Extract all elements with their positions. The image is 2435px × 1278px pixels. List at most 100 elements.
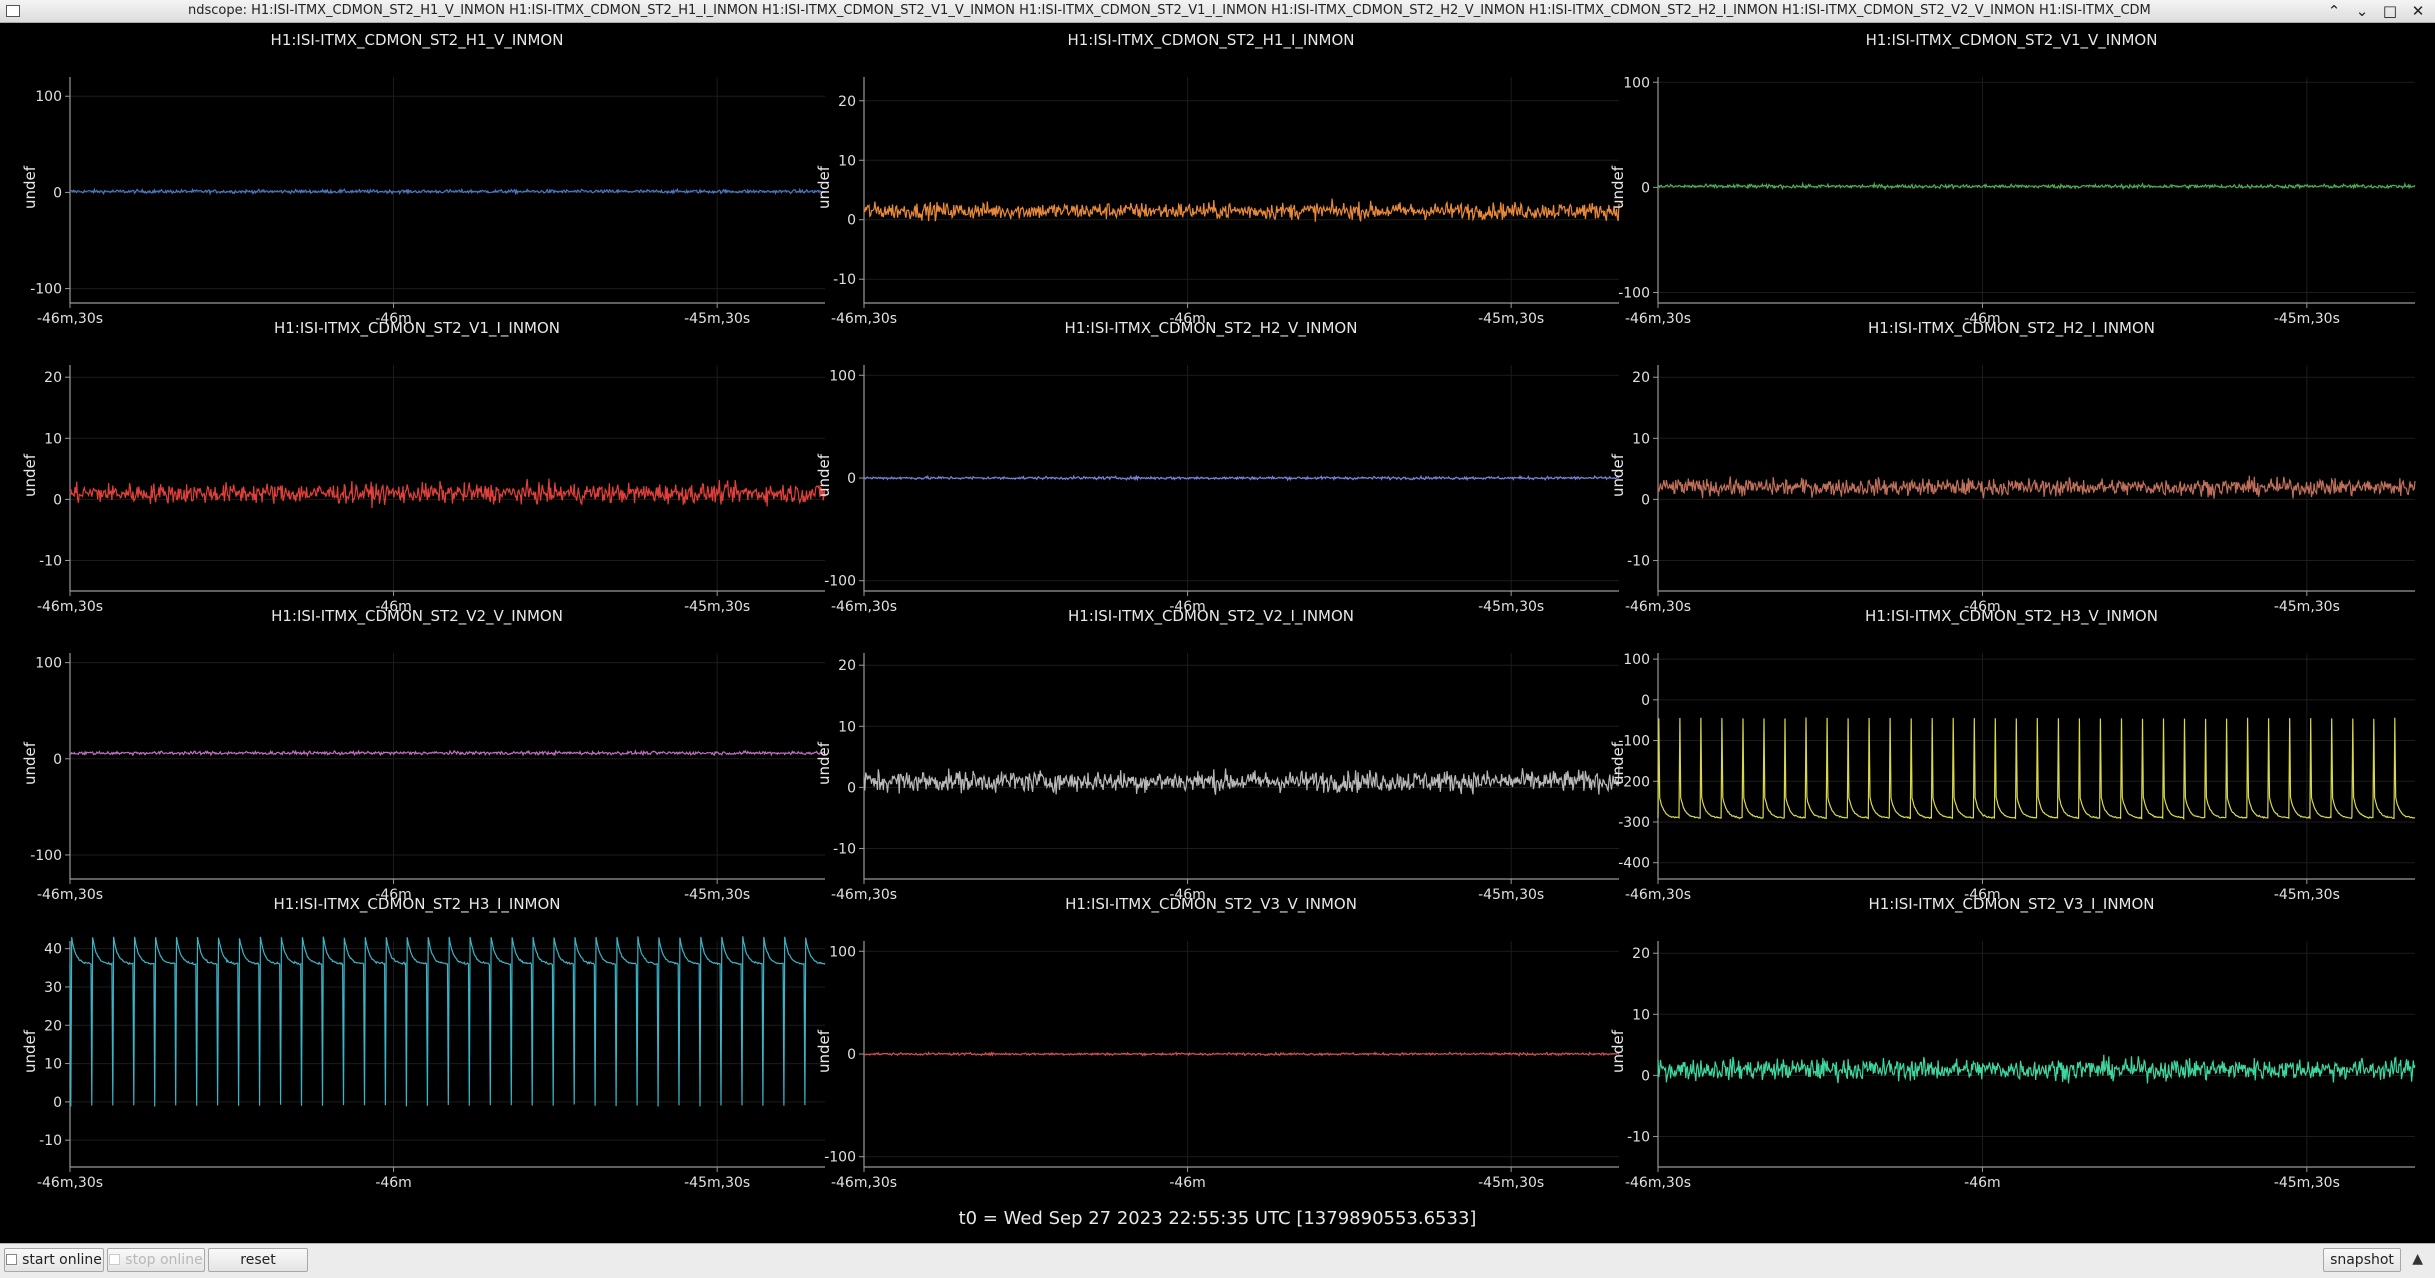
series-line xyxy=(69,936,826,1107)
y-tick-label: 10 xyxy=(838,719,856,735)
y-tick-label: 0 xyxy=(1641,693,1650,709)
y-tick-label: 0 xyxy=(847,780,856,796)
axis-frame xyxy=(863,77,1619,304)
x-tick-label: -46m xyxy=(375,1175,412,1191)
y-tick-label: 0 xyxy=(53,185,62,201)
y-tick-label: 100 xyxy=(1623,75,1650,91)
y-tick-label: 0 xyxy=(1641,1068,1650,1084)
x-tick-label: -46m xyxy=(1964,1175,2001,1191)
y-tick-label: -200 xyxy=(1618,774,1650,790)
series-line xyxy=(863,1051,1620,1057)
plot-panel[interactable]: H1:ISI-ITMX_CDMON_ST2_H2_V_INMON undef -10… xyxy=(798,313,1624,615)
start-online-button[interactable]: start online xyxy=(4,1248,104,1272)
checkbox-icon xyxy=(109,1254,121,1265)
plot-canvas[interactable]: -1000100-46m,30s -46m -45m,30s xyxy=(1592,25,2431,327)
series-line xyxy=(1657,1054,2416,1084)
plot-canvas[interactable]: -400-300-200-1000100-46m,30s -46m -45m,30s xyxy=(1592,601,2431,903)
plot-panel[interactable]: H1:ISI-ITMX_CDMON_ST2_V2_V_INMON undef -10… xyxy=(4,601,830,903)
stop-online-label: stop online xyxy=(125,1252,203,1268)
plot-panel[interactable]: H1:ISI-ITMX_CDMON_ST2_V1_I_INMON undef -10… xyxy=(4,313,830,615)
x-tick-label: -46m,30s xyxy=(831,1175,897,1191)
plot-panel[interactable]: H1:ISI-ITMX_CDMON_ST2_H1_I_INMON undef -10… xyxy=(798,25,1624,327)
plot-panel[interactable]: H1:ISI-ITMX_CDMON_ST2_H1_V_INMON undef -10… xyxy=(4,25,830,327)
axis-frame xyxy=(69,365,825,592)
y-tick-label: 100 xyxy=(829,368,856,384)
y-tick-label: -10 xyxy=(833,841,856,857)
restore-icon[interactable]: ⌄ xyxy=(2353,0,2371,22)
plot-panel[interactable]: H1:ISI-ITMX_CDMON_ST2_V3_V_INMON undef -10… xyxy=(798,889,1624,1191)
maximize-icon[interactable]: □ xyxy=(2381,0,2399,22)
plot-panel[interactable]: H1:ISI-ITMX_CDMON_ST2_H3_V_INMON undef -40… xyxy=(1592,601,2431,903)
y-tick-label: 0 xyxy=(53,492,62,508)
window-controls: ⌃ ⌄ □ ✕ xyxy=(2325,0,2427,22)
y-tick-label: -10 xyxy=(39,1133,62,1149)
y-tick-label: 0 xyxy=(847,213,856,229)
plot-panel[interactable]: H1:ISI-ITMX_CDMON_ST2_V1_V_INMON undef -10… xyxy=(1592,25,2431,327)
y-tick-label: 20 xyxy=(1632,946,1650,962)
minimize-icon[interactable]: ⌃ xyxy=(2325,0,2343,22)
start-online-label: start online xyxy=(22,1252,102,1268)
y-tick-label: 40 xyxy=(44,942,62,958)
plot-canvas[interactable]: -1001020-46m,30s -46m -45m,30s xyxy=(798,601,1624,903)
y-tick-label: -100 xyxy=(824,1150,856,1166)
y-tick-label: -100 xyxy=(824,574,856,590)
y-tick-label: 20 xyxy=(44,370,62,386)
y-tick-label: 0 xyxy=(1641,180,1650,196)
y-tick-label: -10 xyxy=(833,272,856,288)
app-icon xyxy=(6,5,20,17)
y-tick-label: -10 xyxy=(39,553,62,569)
plot-canvas[interactable]: -1001020-46m,30s -46m -45m,30s xyxy=(4,313,830,615)
y-tick-label: -100 xyxy=(1618,734,1650,750)
y-tick-label: 20 xyxy=(838,658,856,674)
plot-canvas[interactable]: -1000100-46m,30s -46m -45m,30s xyxy=(798,313,1624,615)
x-tick-label: -46m,30s xyxy=(1625,1175,1691,1191)
axis-frame xyxy=(1657,77,2415,304)
y-tick-label: 0 xyxy=(1641,492,1650,508)
series-line xyxy=(1657,475,2416,499)
close-icon[interactable]: ✕ xyxy=(2409,0,2427,22)
series-line xyxy=(863,474,1620,482)
y-tick-label: 10 xyxy=(1632,1007,1650,1023)
y-tick-label: 10 xyxy=(838,153,856,169)
plot-panel[interactable]: H1:ISI-ITMX_CDMON_ST2_V3_I_INMON undef -10… xyxy=(1592,889,2431,1191)
y-tick-label: 0 xyxy=(53,1095,62,1111)
t0-label: t0 = Wed Sep 27 2023 22:55:35 UTC [13798… xyxy=(958,1208,1477,1229)
plot-canvas[interactable]: -1000100-46m,30s -46m -45m,30s xyxy=(798,889,1624,1191)
series-line xyxy=(863,198,1620,222)
y-tick-label: -300 xyxy=(1618,815,1650,831)
axis-frame xyxy=(1657,941,2415,1168)
plot-canvas[interactable]: -1000100-46m,30s -46m -45m,30s xyxy=(4,25,830,327)
window-titlebar: ndscope: H1:ISI-ITMX_CDMON_ST2_H1_V_INMO… xyxy=(0,0,2435,23)
y-tick-label: 100 xyxy=(35,89,62,105)
x-tick-label: -46m,30s xyxy=(37,1175,103,1191)
y-tick-label: 10 xyxy=(44,431,62,447)
snapshot-button[interactable]: snapshot xyxy=(2323,1248,2401,1272)
plot-canvas[interactable]: -1001020-46m,30s -46m -45m,30s xyxy=(1592,313,2431,615)
y-tick-label: 100 xyxy=(1623,652,1650,668)
expand-arrow-icon[interactable]: ▲ xyxy=(2412,1251,2423,1267)
y-tick-label: -100 xyxy=(30,848,62,864)
x-tick-label: -45m,30s xyxy=(2274,1175,2340,1191)
series-line xyxy=(69,478,826,509)
y-tick-label: 20 xyxy=(838,94,856,110)
y-tick-label: 100 xyxy=(35,656,62,672)
stop-online-button: stop online xyxy=(107,1248,205,1272)
series-line xyxy=(863,766,1620,795)
y-tick-label: -100 xyxy=(1618,285,1650,301)
plot-canvas[interactable]: -1001020-46m,30s -46m -45m,30s xyxy=(1592,889,2431,1191)
axis-frame xyxy=(1657,365,2415,592)
plot-canvas[interactable]: -1000100-46m,30s -46m -45m,30s xyxy=(4,601,830,903)
x-tick-label: -45m,30s xyxy=(1478,1175,1544,1191)
plot-panel[interactable]: H1:ISI-ITMX_CDMON_ST2_H3_I_INMON undef -10… xyxy=(4,889,830,1191)
plot-panel[interactable]: H1:ISI-ITMX_CDMON_ST2_V2_I_INMON undef -10… xyxy=(798,601,1624,903)
y-tick-label: -10 xyxy=(1627,553,1650,569)
plot-grid[interactable]: H1:ISI-ITMX_CDMON_ST2_H1_V_INMON undef -10… xyxy=(0,23,2435,1242)
plot-canvas[interactable]: -1001020-46m,30s -46m -45m,30s xyxy=(798,25,1624,327)
y-tick-label: 0 xyxy=(847,1047,856,1063)
series-line xyxy=(1657,717,2416,821)
y-tick-label: -400 xyxy=(1618,856,1650,872)
axis-frame xyxy=(69,653,825,880)
plot-panel[interactable]: H1:ISI-ITMX_CDMON_ST2_H2_I_INMON undef -10… xyxy=(1592,313,2431,615)
reset-button[interactable]: reset xyxy=(208,1248,308,1272)
plot-canvas[interactable]: -10 0 10 20 30 40 -46m,30s -46m -45m,30s xyxy=(4,889,830,1191)
